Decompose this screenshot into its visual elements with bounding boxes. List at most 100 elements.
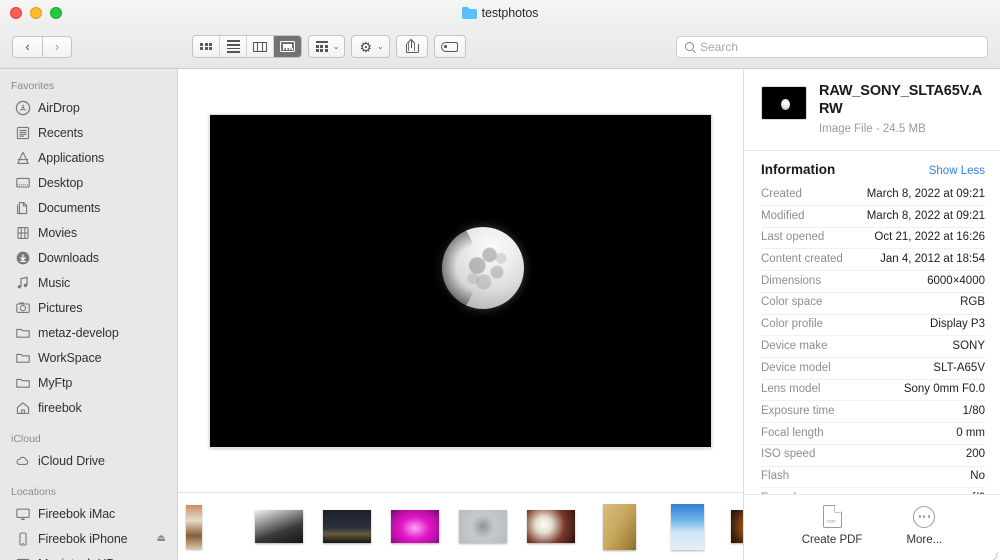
search-input[interactable] bbox=[700, 39, 979, 54]
cloud-icon bbox=[15, 453, 31, 469]
home-icon bbox=[15, 400, 31, 416]
information-rows: Created March 8, 2022 at 09:21 Modified … bbox=[744, 177, 1000, 494]
back-button[interactable]: ‹ bbox=[12, 35, 42, 58]
sidebar-item-icloud-drive[interactable]: iCloud Drive bbox=[0, 448, 177, 473]
info-value: SLT-A65V bbox=[933, 361, 985, 374]
info-value: 6000×4000 bbox=[927, 274, 985, 287]
share-icon bbox=[406, 39, 420, 53]
resize-grip[interactable] bbox=[989, 549, 998, 558]
sidebar-item-label: Recents bbox=[38, 125, 84, 140]
downloads-icon bbox=[15, 250, 31, 266]
tag-icon bbox=[441, 41, 459, 52]
sidebar-item-myftp[interactable]: MyFtp bbox=[0, 370, 177, 395]
sidebar: Favorites AirDrop Recents Applications D… bbox=[0, 69, 178, 560]
file-name: RAW_SONY_SLTA65V.ARW bbox=[819, 83, 983, 117]
create-pdf-button[interactable]: Create PDF bbox=[802, 505, 862, 546]
icon-view-button[interactable] bbox=[193, 36, 220, 57]
thumbnail-dark-still-life[interactable] bbox=[728, 500, 743, 554]
search-field[interactable] bbox=[676, 35, 988, 58]
sidebar-item-fireebok[interactable]: fireebok bbox=[0, 395, 177, 420]
info-row: Focal length 0 mm bbox=[761, 423, 985, 445]
sidebar-item-label: AirDrop bbox=[38, 100, 80, 115]
close-button[interactable] bbox=[10, 6, 22, 19]
thumb-image bbox=[323, 510, 371, 543]
sidebar-item-fireebok-iphone[interactable]: Fireebok iPhone ⏏ bbox=[0, 526, 177, 551]
moon-photo-preview[interactable] bbox=[209, 113, 712, 448]
forward-button[interactable]: › bbox=[42, 35, 72, 58]
filmstrip[interactable] bbox=[178, 492, 743, 560]
moon-disc bbox=[436, 224, 524, 311]
info-key: Color profile bbox=[761, 318, 823, 331]
info-key: Content created bbox=[761, 253, 843, 266]
info-key: Modified bbox=[761, 209, 805, 222]
file-subtitle: Image File - 24.5 MB bbox=[819, 123, 926, 136]
sidebar-item-applications[interactable]: Applications bbox=[0, 145, 177, 170]
gallery-view-button[interactable] bbox=[274, 36, 301, 57]
eject-icon[interactable]: ⏏ bbox=[157, 533, 166, 544]
info-key: Exposure time bbox=[761, 405, 835, 417]
desktop-icon bbox=[15, 175, 31, 191]
thumb-image bbox=[602, 503, 636, 550]
sidebar-item-documents[interactable]: Documents bbox=[0, 195, 177, 220]
sidebar-item-pictures[interactable]: Pictures bbox=[0, 295, 177, 320]
tags-button[interactable] bbox=[433, 35, 466, 58]
list-view-button[interactable] bbox=[220, 36, 247, 57]
folder-icon bbox=[15, 325, 31, 341]
share-button[interactable] bbox=[395, 35, 428, 58]
grid-icon bbox=[200, 42, 212, 51]
thumbnail-yellow-lamp[interactable] bbox=[592, 500, 646, 554]
info-value: SONY bbox=[952, 339, 985, 352]
sidebar-item-recents[interactable]: Recents bbox=[0, 120, 177, 145]
thumbnail-white-flowers[interactable] bbox=[524, 500, 578, 554]
info-row: Last opened Oct 21, 2022 at 16:26 bbox=[761, 228, 985, 250]
information-title: Information bbox=[761, 162, 836, 178]
info-key: Last opened bbox=[761, 231, 825, 244]
sidebar-item-label: iCloud Drive bbox=[38, 453, 105, 468]
folder-icon bbox=[15, 375, 31, 391]
sidebar-item-airdrop[interactable]: AirDrop bbox=[0, 95, 177, 120]
sidebar-item-movies[interactable]: Movies bbox=[0, 220, 177, 245]
minimize-button[interactable] bbox=[30, 6, 42, 19]
info-value: RGB bbox=[960, 296, 985, 309]
info-key: Dimensions bbox=[761, 274, 822, 287]
sidebar-item-macintosh-hd[interactable]: Macintosh HD bbox=[0, 551, 177, 560]
thumbnail-bw-landscape[interactable] bbox=[252, 500, 306, 554]
thumbnail-partial-left[interactable] bbox=[184, 500, 238, 554]
list-icon bbox=[226, 40, 240, 53]
column-view-button[interactable] bbox=[247, 36, 274, 57]
sidebar-item-music[interactable]: Music bbox=[0, 270, 177, 295]
info-key: Device make bbox=[761, 339, 828, 352]
more-button[interactable]: More... bbox=[906, 505, 942, 546]
information-section-header: Information Show Less bbox=[744, 150, 1000, 177]
sidebar-item-metaz-develop[interactable]: metaz-develop bbox=[0, 320, 177, 345]
applications-icon bbox=[15, 150, 31, 166]
pictures-camera-icon bbox=[15, 300, 31, 316]
movies-icon bbox=[15, 225, 31, 241]
action-menu-button[interactable]: ⚙ ⌄ bbox=[351, 35, 390, 58]
gear-icon: ⚙ bbox=[359, 38, 373, 55]
sidebar-group-favorites-title: Favorites bbox=[11, 80, 55, 92]
info-value: Sony 0mm F0.0 bbox=[903, 383, 985, 396]
thumbnail-night-city[interactable] bbox=[320, 500, 374, 554]
view-mode-segmented-control bbox=[192, 35, 302, 58]
thumbnail-gray-dial[interactable] bbox=[456, 500, 510, 554]
sidebar-item-fireebok-imac[interactable]: Fireebok iMac bbox=[0, 501, 177, 526]
thumbnail-magenta-turntable[interactable] bbox=[388, 500, 442, 554]
maximize-button[interactable] bbox=[50, 6, 62, 19]
more-ellipsis-icon bbox=[913, 505, 936, 528]
folder-icon bbox=[461, 6, 477, 19]
sidebar-group-icloud-title: iCloud bbox=[11, 433, 41, 445]
sidebar-item-downloads[interactable]: Downloads bbox=[0, 245, 177, 270]
thumb-image bbox=[527, 510, 575, 543]
thumbnail-sailboat-sky[interactable] bbox=[660, 500, 714, 554]
group-by-button[interactable]: ⌄ bbox=[308, 35, 346, 58]
info-row: Exposure time 1/80 bbox=[761, 401, 985, 424]
search-icon bbox=[685, 42, 694, 51]
info-value: Oct 21, 2022 at 16:26 bbox=[874, 231, 985, 244]
group-items-icon bbox=[316, 41, 328, 52]
show-less-link[interactable]: Show Less bbox=[929, 165, 985, 177]
info-row: Dimensions 6000×4000 bbox=[761, 271, 985, 293]
sidebar-item-desktop[interactable]: Desktop bbox=[0, 170, 177, 195]
sidebar-item-workspace[interactable]: WorkSpace bbox=[0, 345, 177, 370]
